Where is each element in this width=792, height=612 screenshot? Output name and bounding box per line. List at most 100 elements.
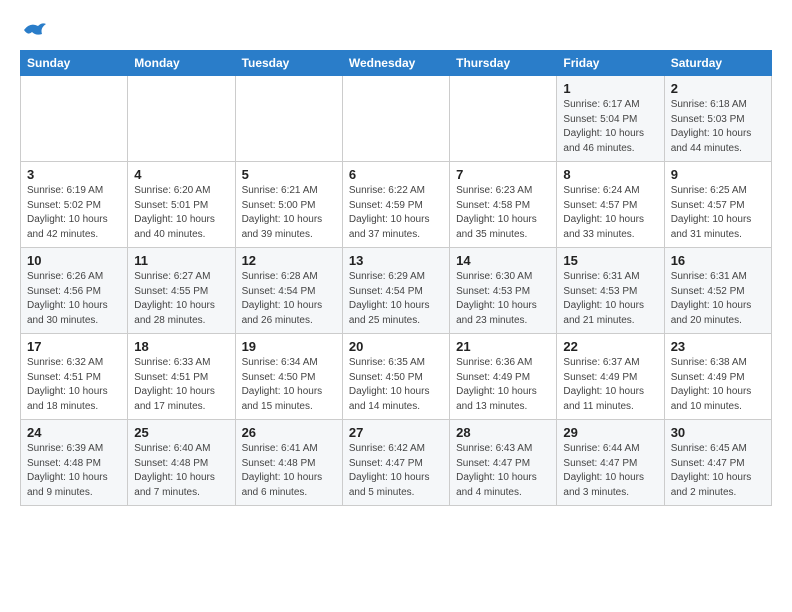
day-info: Sunrise: 6:37 AM Sunset: 4:49 PM Dayligh… [563,356,657,414]
calendar-cell: 28 Sunrise: 6:43 AM Sunset: 4:47 PM Dayli… [450,420,557,506]
day-info: Sunrise: 6:23 AM Sunset: 4:58 PM Dayligh… [456,184,550,242]
day-number: 15 [563,253,657,268]
day-info: Sunrise: 6:43 AM Sunset: 4:47 PM Dayligh… [456,442,550,500]
calendar-cell: 21 Sunrise: 6:36 AM Sunset: 4:49 PM Dayli… [450,334,557,420]
day-info: Sunrise: 6:39 AM Sunset: 4:48 PM Dayligh… [27,442,121,500]
calendar-cell: 17 Sunrise: 6:32 AM Sunset: 4:51 PM Dayli… [21,334,128,420]
calendar-cell: 6 Sunrise: 6:22 AM Sunset: 4:59 PM Daylig… [342,162,449,248]
calendar-cell: 15Sunrise: 6:31 AM Sunset: 4:53 PM Dayli… [557,248,664,334]
day-info: Sunrise: 6:20 AM Sunset: 5:01 PM Dayligh… [134,184,228,242]
calendar-header: SundayMondayTuesdayWednesdayThursdayFrid… [21,51,772,76]
day-info: Sunrise: 6:44 AM Sunset: 4:47 PM Dayligh… [563,442,657,500]
day-number: 10 [27,253,121,268]
day-number: 21 [456,339,550,354]
day-number: 7 [456,167,550,182]
calendar-week-row: 24 Sunrise: 6:39 AM Sunset: 4:48 PM Dayli… [21,420,772,506]
day-info: Sunrise: 6:31 AM Sunset: 4:52 PM Dayligh… [671,270,765,328]
day-number: 30 [671,425,765,440]
days-of-week-row: SundayMondayTuesdayWednesdayThursdayFrid… [21,51,772,76]
day-number: 12 [242,253,336,268]
calendar-cell: 22 Sunrise: 6:37 AM Sunset: 4:49 PM Dayli… [557,334,664,420]
calendar-cell: 2 Sunrise: 6:18 AM Sunset: 5:03 PM Daylig… [664,76,771,162]
calendar-cell: 19Sunrise: 6:34 AM Sunset: 4:50 PM Dayli… [235,334,342,420]
day-number: 8 [563,167,657,182]
calendar-cell: 26Sunrise: 6:41 AM Sunset: 4:48 PM Dayli… [235,420,342,506]
calendar-cell: 1 Sunrise: 6:17 AM Sunset: 5:04 PM Daylig… [557,76,664,162]
day-number: 25 [134,425,228,440]
day-of-week-header: Friday [557,51,664,76]
day-info: Sunrise: 6:21 AM Sunset: 5:00 PM Dayligh… [242,184,336,242]
calendar-cell [342,76,449,162]
calendar-cell: 9 Sunrise: 6:25 AM Sunset: 4:57 PM Daylig… [664,162,771,248]
day-of-week-header: Saturday [664,51,771,76]
day-number: 24 [27,425,121,440]
calendar-cell [21,76,128,162]
day-info: Sunrise: 6:32 AM Sunset: 4:51 PM Dayligh… [27,356,121,414]
day-number: 18 [134,339,228,354]
day-number: 23 [671,339,765,354]
day-info: Sunrise: 6:36 AM Sunset: 4:49 PM Dayligh… [456,356,550,414]
day-info: Sunrise: 6:22 AM Sunset: 4:59 PM Dayligh… [349,184,443,242]
day-number: 9 [671,167,765,182]
day-number: 13 [349,253,443,268]
calendar-cell: 14 Sunrise: 6:30 AM Sunset: 4:53 PM Dayli… [450,248,557,334]
calendar-cell: 7 Sunrise: 6:23 AM Sunset: 4:58 PM Daylig… [450,162,557,248]
day-info: Sunrise: 6:25 AM Sunset: 4:57 PM Dayligh… [671,184,765,242]
day-number: 27 [349,425,443,440]
day-info: Sunrise: 6:28 AM Sunset: 4:54 PM Dayligh… [242,270,336,328]
day-info: Sunrise: 6:40 AM Sunset: 4:48 PM Dayligh… [134,442,228,500]
calendar-cell: 8 Sunrise: 6:24 AM Sunset: 4:57 PM Daylig… [557,162,664,248]
day-info: Sunrise: 6:42 AM Sunset: 4:47 PM Dayligh… [349,442,443,500]
day-number: 4 [134,167,228,182]
calendar-cell [128,76,235,162]
calendar-cell: 27 Sunrise: 6:42 AM Sunset: 4:47 PM Dayli… [342,420,449,506]
day-number: 20 [349,339,443,354]
day-number: 14 [456,253,550,268]
day-number: 16 [671,253,765,268]
day-info: Sunrise: 6:27 AM Sunset: 4:55 PM Dayligh… [134,270,228,328]
calendar-cell: 16 Sunrise: 6:31 AM Sunset: 4:52 PM Dayli… [664,248,771,334]
calendar-cell: 12 Sunrise: 6:28 AM Sunset: 4:54 PM Dayli… [235,248,342,334]
day-number: 2 [671,81,765,96]
calendar-cell: 18 Sunrise: 6:33 AM Sunset: 4:51 PM Dayli… [128,334,235,420]
calendar-table: SundayMondayTuesdayWednesdayThursdayFrid… [20,50,772,506]
calendar-cell: 5 Sunrise: 6:21 AM Sunset: 5:00 PM Daylig… [235,162,342,248]
day-of-week-header: Tuesday [235,51,342,76]
day-info: Sunrise: 6:18 AM Sunset: 5:03 PM Dayligh… [671,98,765,156]
day-info: Sunrise: 6:45 AM Sunset: 4:47 PM Dayligh… [671,442,765,500]
day-number: 29 [563,425,657,440]
day-number: 3 [27,167,121,182]
logo-bird-icon [22,20,48,40]
day-info: Sunrise: 6:26 AM Sunset: 4:56 PM Dayligh… [27,270,121,328]
calendar-week-row: 10 Sunrise: 6:26 AM Sunset: 4:56 PM Dayli… [21,248,772,334]
day-of-week-header: Monday [128,51,235,76]
calendar-cell: 4 Sunrise: 6:20 AM Sunset: 5:01 PM Daylig… [128,162,235,248]
logo [20,20,48,40]
day-info: Sunrise: 6:35 AM Sunset: 4:50 PM Dayligh… [349,356,443,414]
day-number: 6 [349,167,443,182]
day-info: Sunrise: 6:33 AM Sunset: 4:51 PM Dayligh… [134,356,228,414]
calendar-cell: 24 Sunrise: 6:39 AM Sunset: 4:48 PM Dayli… [21,420,128,506]
day-info: Sunrise: 6:34 AM Sunset: 4:50 PM Dayligh… [242,356,336,414]
day-number: 1 [563,81,657,96]
calendar-body: 1 Sunrise: 6:17 AM Sunset: 5:04 PM Daylig… [21,76,772,506]
calendar-week-row: 3 Sunrise: 6:19 AM Sunset: 5:02 PM Daylig… [21,162,772,248]
day-of-week-header: Wednesday [342,51,449,76]
calendar-cell: 13 Sunrise: 6:29 AM Sunset: 4:54 PM Dayli… [342,248,449,334]
day-number: 28 [456,425,550,440]
day-info: Sunrise: 6:24 AM Sunset: 4:57 PM Dayligh… [563,184,657,242]
day-info: Sunrise: 6:29 AM Sunset: 4:54 PM Dayligh… [349,270,443,328]
calendar-cell: 10 Sunrise: 6:26 AM Sunset: 4:56 PM Dayli… [21,248,128,334]
calendar-week-row: 1 Sunrise: 6:17 AM Sunset: 5:04 PM Daylig… [21,76,772,162]
calendar-cell: 25 Sunrise: 6:40 AM Sunset: 4:48 PM Dayli… [128,420,235,506]
calendar-cell: 29 Sunrise: 6:44 AM Sunset: 4:47 PM Dayli… [557,420,664,506]
day-number: 17 [27,339,121,354]
day-info: Sunrise: 6:30 AM Sunset: 4:53 PM Dayligh… [456,270,550,328]
day-of-week-header: Thursday [450,51,557,76]
calendar-cell: 3 Sunrise: 6:19 AM Sunset: 5:02 PM Daylig… [21,162,128,248]
day-info: Sunrise: 6:17 AM Sunset: 5:04 PM Dayligh… [563,98,657,156]
day-number: 5 [242,167,336,182]
day-number: 22 [563,339,657,354]
day-info: Sunrise: 6:38 AM Sunset: 4:49 PM Dayligh… [671,356,765,414]
day-info: Sunrise: 6:19 AM Sunset: 5:02 PM Dayligh… [27,184,121,242]
